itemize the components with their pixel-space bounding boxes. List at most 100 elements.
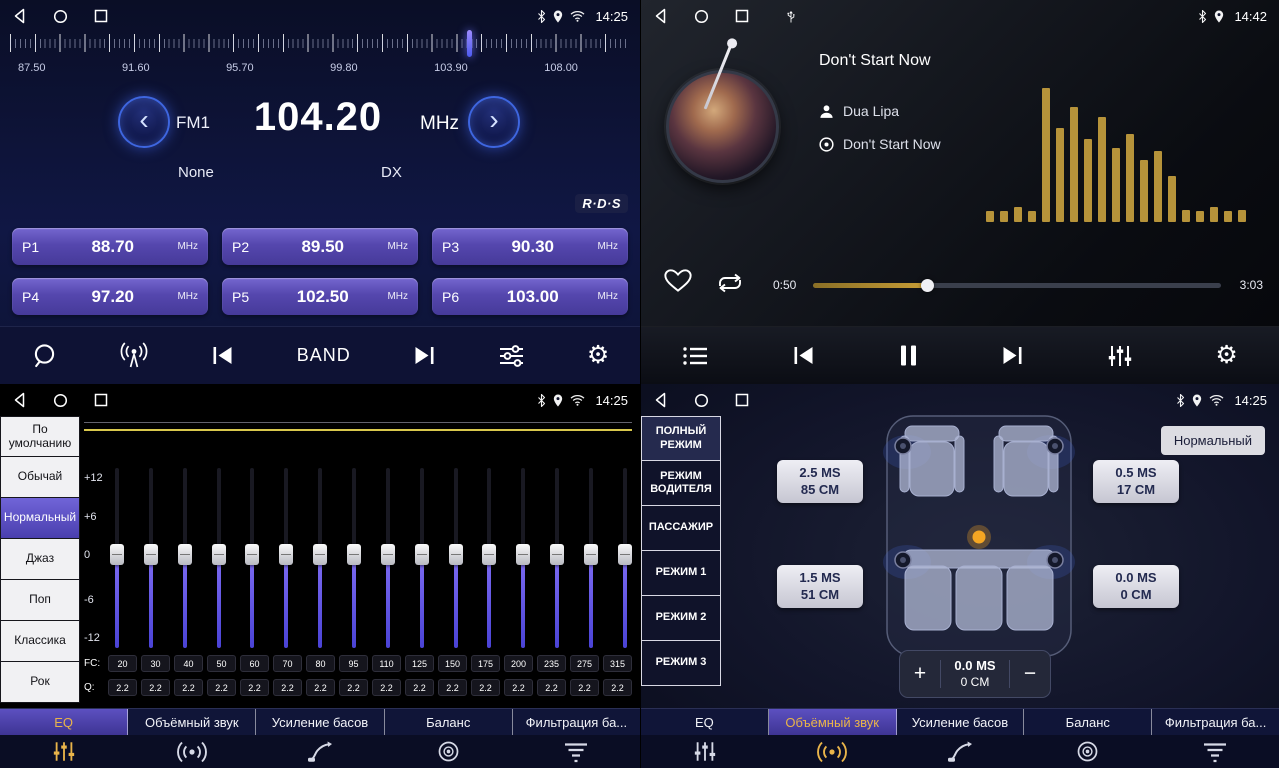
eq-slider-thumb[interactable] (449, 544, 463, 565)
recents-button[interactable] (94, 393, 108, 407)
home-button[interactable] (694, 393, 709, 408)
position-mode-item[interactable]: РЕЖИМ ВОДИТЕЛЯ (641, 461, 721, 506)
tab-balance[interactable]: Баланс (1024, 709, 1152, 735)
position-mode-item[interactable]: ПАССАЖИР (641, 506, 721, 551)
eq-band-slider[interactable] (347, 468, 361, 648)
eq-band-slider[interactable] (279, 468, 293, 648)
tab-surround-sound[interactable]: Объёмный звук (769, 709, 897, 735)
eq-slider-thumb[interactable] (347, 544, 361, 565)
eq-band-slider[interactable] (178, 468, 192, 648)
rear-right-delay[interactable]: 0.0 MS 0 CM (1093, 565, 1179, 608)
tab-eq[interactable]: EQ (641, 709, 769, 735)
tab-balance[interactable]: Баланс (385, 709, 513, 735)
eq-slider-thumb[interactable] (144, 544, 158, 565)
surround-sound-icon[interactable] (769, 741, 897, 763)
seek-bar-knob[interactable] (921, 279, 934, 292)
tab-bass-boost[interactable]: Усиление басов (256, 709, 384, 735)
increase-delay-button[interactable]: + (900, 651, 940, 697)
decrease-delay-button[interactable]: − (1010, 651, 1050, 697)
radio-preset-p4[interactable]: P497.20MHz (12, 278, 208, 315)
tab-eq[interactable]: EQ (0, 709, 128, 735)
front-right-delay[interactable]: 0.5 MS 17 CM (1093, 460, 1179, 503)
eq-band-slider[interactable] (245, 468, 259, 648)
eq-preset-item[interactable]: Классика (0, 621, 80, 662)
settings-button[interactable]: ⚙ (587, 343, 609, 368)
eq-preset-item[interactable]: Нормальный (0, 498, 80, 539)
eq-preset-item[interactable]: Поп (0, 580, 80, 621)
radio-preset-p6[interactable]: P6103.00MHz (432, 278, 628, 315)
eq-slider-thumb[interactable] (381, 544, 395, 565)
home-button[interactable] (694, 9, 709, 24)
previous-button[interactable] (210, 345, 235, 366)
eq-slider-thumb[interactable] (550, 544, 564, 565)
next-button[interactable] (1000, 345, 1025, 366)
eq-slider-thumb[interactable] (212, 544, 226, 565)
back-button[interactable] (12, 392, 27, 408)
frequency-needle[interactable] (467, 30, 472, 57)
eq-band-slider[interactable] (313, 468, 327, 648)
back-button[interactable] (653, 392, 668, 408)
radio-preset-p3[interactable]: P390.30MHz (432, 228, 628, 265)
eq-preset-item[interactable]: Джаз (0, 539, 80, 580)
eq-icon[interactable] (0, 740, 128, 763)
eq-band-slider[interactable] (516, 468, 530, 648)
repeat-button[interactable] (715, 272, 745, 299)
home-button[interactable] (53, 393, 68, 408)
eq-slider-thumb[interactable] (618, 544, 632, 565)
mixer-button[interactable] (1107, 344, 1133, 368)
tab-filter[interactable]: Фильтрация ба... (1152, 709, 1279, 735)
band-button[interactable]: BAND (297, 345, 351, 366)
eq-icon[interactable] (641, 740, 769, 763)
pause-button[interactable] (899, 344, 918, 367)
eq-band-slider[interactable] (449, 468, 463, 648)
previous-button[interactable] (791, 345, 816, 366)
front-left-delay[interactable]: 2.5 MS 85 CM (777, 460, 863, 503)
eq-slider-thumb[interactable] (245, 544, 259, 565)
eq-preset-item[interactable]: По умолчанию (0, 416, 80, 457)
stations-button[interactable] (119, 342, 149, 369)
favorite-button[interactable] (663, 268, 693, 299)
radio-preset-p2[interactable]: P289.50MHz (222, 228, 418, 265)
recents-button[interactable] (94, 9, 108, 23)
audio-settings-button[interactable] (498, 344, 525, 368)
eq-slider-thumb[interactable] (415, 544, 429, 565)
eq-preset-item[interactable]: Обычай (0, 457, 80, 498)
position-mode-item[interactable]: РЕЖИМ 2 (641, 596, 721, 641)
seek-bar[interactable] (813, 283, 1221, 288)
recents-button[interactable] (735, 9, 749, 23)
tune-up-button[interactable]: › (468, 96, 520, 148)
eq-band-slider[interactable] (618, 468, 632, 648)
surround-sound-icon[interactable] (128, 741, 256, 763)
eq-band-slider[interactable] (550, 468, 564, 648)
eq-slider-thumb[interactable] (279, 544, 293, 565)
bass-boost-icon[interactable] (256, 741, 384, 763)
tune-down-button[interactable]: ‹ (118, 96, 170, 148)
position-mode-item[interactable]: ПОЛНЫЙ РЕЖИМ (641, 416, 721, 461)
scan-button[interactable] (31, 342, 58, 369)
eq-band-slider[interactable] (144, 468, 158, 648)
eq-slider-thumb[interactable] (313, 544, 327, 565)
filter-icon[interactable] (512, 741, 640, 763)
balance-icon[interactable] (1024, 740, 1152, 763)
recents-button[interactable] (735, 393, 749, 407)
eq-band-slider[interactable] (110, 468, 124, 648)
eq-slider-thumb[interactable] (178, 544, 192, 565)
radio-preset-p1[interactable]: P188.70MHz (12, 228, 208, 265)
eq-band-slider[interactable] (482, 468, 496, 648)
eq-slider-thumb[interactable] (516, 544, 530, 565)
eq-band-slider[interactable] (415, 468, 429, 648)
home-button[interactable] (53, 9, 68, 24)
balance-icon[interactable] (384, 740, 512, 763)
eq-preset-item[interactable]: Рок (0, 662, 80, 703)
sound-preset-badge[interactable]: Нормальный (1161, 426, 1265, 455)
tab-bass-boost[interactable]: Усиление басов (897, 709, 1025, 735)
playlist-button[interactable] (682, 345, 709, 367)
position-mode-item[interactable]: РЕЖИМ 3 (641, 641, 721, 686)
eq-band-slider[interactable] (212, 468, 226, 648)
back-button[interactable] (653, 8, 668, 24)
eq-band-slider[interactable] (584, 468, 598, 648)
eq-slider-thumb[interactable] (584, 544, 598, 565)
rear-left-delay[interactable]: 1.5 MS 51 CM (777, 565, 863, 608)
position-mode-item[interactable]: РЕЖИМ 1 (641, 551, 721, 596)
bass-boost-icon[interactable] (896, 741, 1024, 763)
